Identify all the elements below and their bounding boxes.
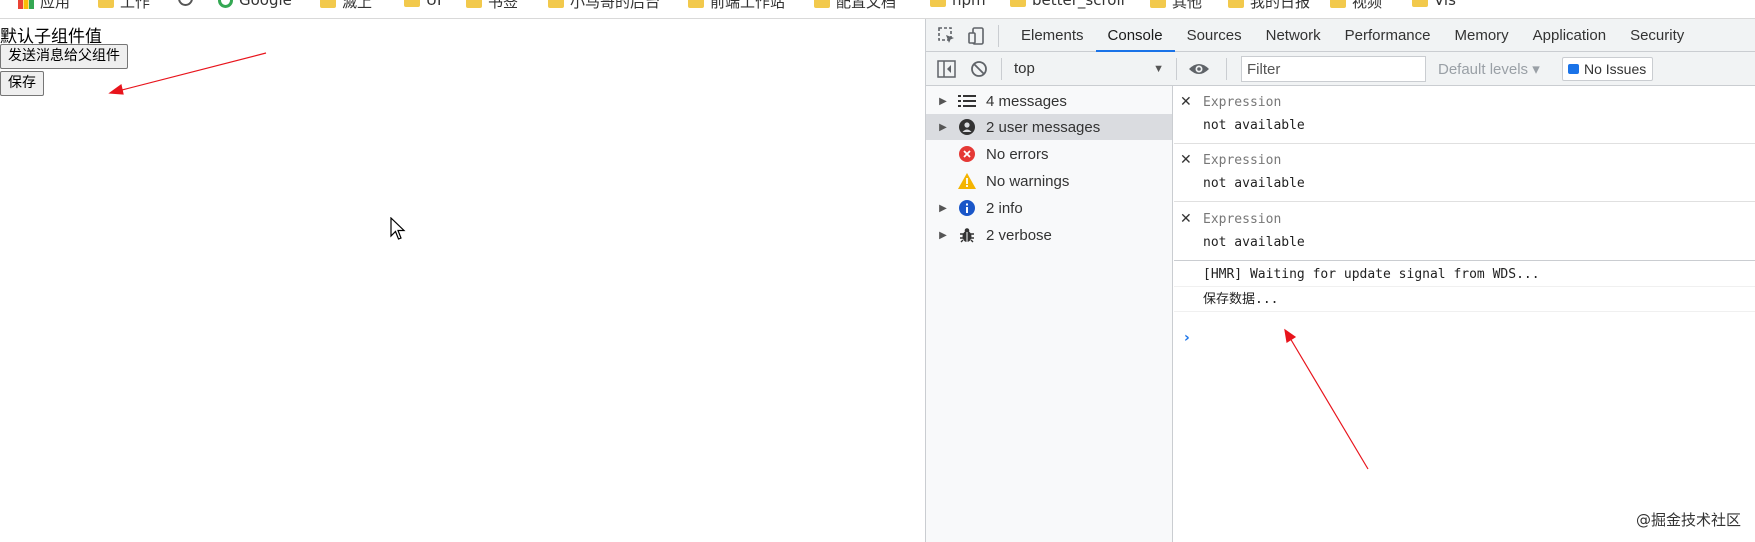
- console-log-message: [HMR] Waiting for update signal from WDS…: [1174, 262, 1755, 287]
- bookmark-folder[interactable]: 我的日报: [1228, 0, 1310, 12]
- close-icon[interactable]: ✕: [1180, 94, 1192, 110]
- bookmark-folder[interactable]: 视频: [1330, 0, 1382, 12]
- save-button[interactable]: 保存: [0, 71, 44, 96]
- folder-icon: [466, 0, 482, 8]
- bookmark-folder[interactable]: 滅上: [320, 0, 372, 12]
- divider: [998, 25, 999, 47]
- console-prompt[interactable]: ›: [1184, 330, 1190, 346]
- send-to-parent-button[interactable]: 发送消息给父组件: [0, 44, 128, 69]
- sidebar-item-messages[interactable]: ▶ 4 messages: [926, 88, 1172, 114]
- bookmark-apps[interactable]: 应用: [18, 0, 70, 12]
- folder-icon: [930, 0, 946, 7]
- live-expression: ✕ Expression not available: [1174, 203, 1755, 261]
- device-toolbar-icon[interactable]: [967, 26, 987, 46]
- tab-network[interactable]: Network: [1254, 19, 1333, 52]
- divider: [1176, 58, 1177, 80]
- close-icon[interactable]: ✕: [1180, 211, 1192, 227]
- watermark: @掘金技术社区: [1635, 511, 1741, 529]
- bookmark-folder[interactable]: 小马哥的后台: [548, 0, 660, 12]
- bookmark-better-scroll[interactable]: better_scroll: [1010, 0, 1125, 9]
- divider: [1001, 58, 1002, 80]
- sidebar-item-verbose[interactable]: ▶ 2 verbose: [926, 222, 1172, 248]
- folder-icon: [814, 0, 830, 8]
- log-levels-dropdown[interactable]: Default levels ▾: [1438, 60, 1540, 78]
- expand-arrow-icon: ▶: [939, 229, 947, 241]
- context-selector[interactable]: top ▼: [1014, 59, 1164, 79]
- tab-application[interactable]: Application: [1521, 19, 1618, 52]
- dropdown-arrow-icon: ▼: [1153, 63, 1164, 75]
- history-icon: [178, 0, 193, 6]
- inspect-element-icon[interactable]: [937, 26, 957, 46]
- bookmark-folder[interactable]: 配置文档: [814, 0, 896, 12]
- issues-icon: [1568, 64, 1579, 74]
- eye-icon[interactable]: [1188, 61, 1210, 77]
- live-expression: ✕ Expression not available: [1174, 144, 1755, 202]
- sidebar-item-info[interactable]: ▶ 2 info: [926, 195, 1172, 221]
- sidebar-item-warnings[interactable]: No warnings: [926, 168, 1172, 194]
- clear-console-icon[interactable]: [970, 60, 988, 78]
- bookmark-work[interactable]: 工作: [98, 0, 150, 12]
- folder-icon: [688, 0, 704, 8]
- folder-icon: [98, 0, 114, 8]
- list-icon: [958, 92, 976, 110]
- folder-icon: [1010, 0, 1026, 7]
- folder-icon: [404, 0, 420, 7]
- bookmark-npm[interactable]: npm: [930, 0, 986, 9]
- bookmark-google[interactable]: Google: [218, 0, 292, 9]
- console-toolbar: top ▼ Default levels ▾ No Issues: [926, 52, 1755, 86]
- bookmark-history[interactable]: [178, 0, 193, 6]
- tab-elements[interactable]: Elements: [1009, 19, 1096, 52]
- warning-icon: [958, 172, 976, 190]
- tab-performance[interactable]: Performance: [1333, 19, 1443, 52]
- expand-arrow-icon: ▶: [939, 95, 947, 107]
- sidebar-toggle-icon[interactable]: [937, 60, 956, 78]
- bookmark-folder[interactable]: 书签: [466, 0, 518, 12]
- divider: [1226, 58, 1227, 80]
- folder-icon: [548, 0, 564, 8]
- bookmark-vis[interactable]: Vis: [1412, 0, 1456, 9]
- issues-button[interactable]: No Issues: [1562, 57, 1654, 81]
- folder-icon: [1228, 0, 1244, 8]
- console-log-message: 保存数据...: [1174, 287, 1755, 312]
- expand-arrow-icon: ▶: [939, 202, 947, 214]
- devtools-tabbar: Elements Console Sources Network Perform…: [926, 19, 1755, 52]
- user-icon: [958, 118, 976, 136]
- folder-icon: [1330, 0, 1346, 8]
- info-icon: [958, 199, 976, 217]
- bookmark-folder[interactable]: 前端工作站: [688, 0, 785, 12]
- expand-arrow-icon: ▶: [939, 121, 947, 133]
- tab-sources[interactable]: Sources: [1175, 19, 1254, 52]
- folder-icon: [1412, 0, 1428, 7]
- console-output: ✕ Expression not available ✕ Expression …: [1174, 86, 1755, 542]
- tab-console[interactable]: Console: [1095, 19, 1175, 52]
- folder-icon: [1150, 0, 1166, 8]
- folder-icon: [320, 0, 336, 8]
- filter-input[interactable]: [1241, 56, 1426, 82]
- error-icon: [958, 145, 976, 163]
- live-expression: ✕ Expression not available: [1174, 86, 1755, 144]
- bookmark-folder[interactable]: 其他: [1150, 0, 1202, 12]
- mouse-cursor-icon: [390, 217, 406, 240]
- console-sidebar: ▶ 4 messages ▶ 2 user messages No errors: [926, 86, 1173, 542]
- google-icon: [218, 0, 233, 8]
- tab-memory[interactable]: Memory: [1443, 19, 1521, 52]
- tab-security[interactable]: Security: [1618, 19, 1696, 52]
- page-content: 默认子组件值 发送消息给父组件 保存: [0, 19, 925, 542]
- devtools-tabs: Elements Console Sources Network Perform…: [1009, 19, 1696, 52]
- close-icon[interactable]: ✕: [1180, 152, 1192, 168]
- bug-icon: [958, 226, 976, 244]
- bookmarks-bar: 应用 工作 Google 滅上 UI 书签 小马哥的后台 前端工作站 配置文档 …: [0, 0, 1755, 19]
- bookmark-ui[interactable]: UI: [404, 0, 441, 9]
- sidebar-item-errors[interactable]: No errors: [926, 141, 1172, 167]
- sidebar-item-user-messages[interactable]: ▶ 2 user messages: [926, 114, 1172, 140]
- apps-icon: [18, 0, 34, 9]
- devtools-panel: Elements Console Sources Network Perform…: [925, 19, 1755, 542]
